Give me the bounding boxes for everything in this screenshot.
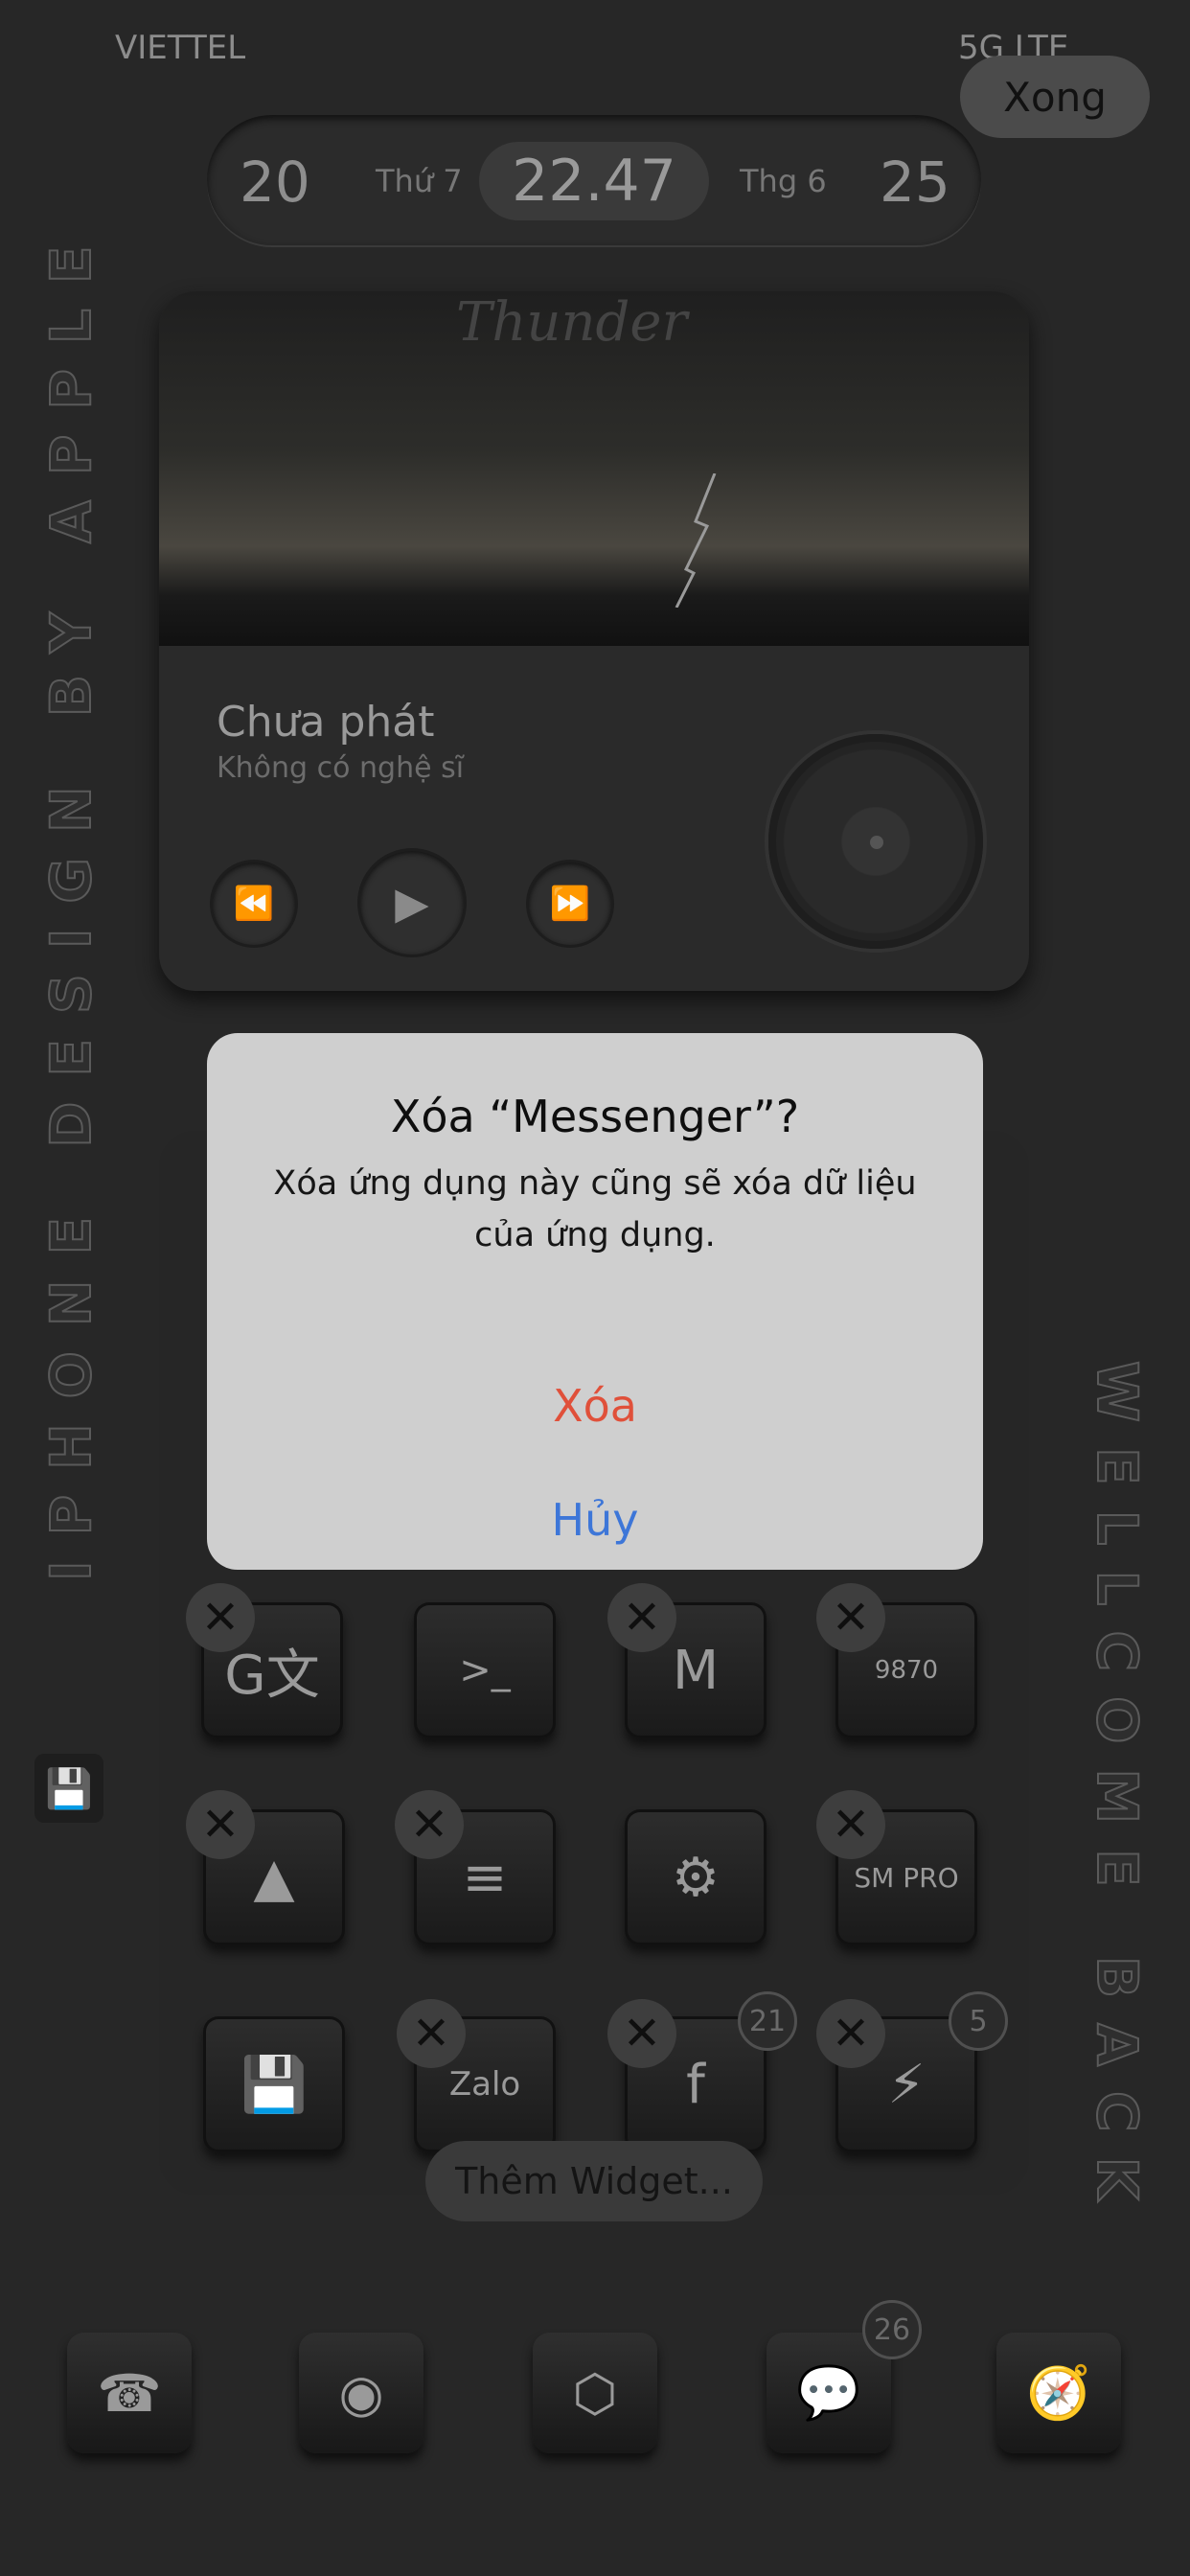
dialog-cancel-button[interactable]: Hủy <box>207 1472 983 1568</box>
lightning-image <box>675 473 717 608</box>
date-month: Thg 6 <box>740 163 827 199</box>
floppy-disk-icon: 💾 <box>34 1754 103 1823</box>
compass-icon: 🧭 <box>1026 2362 1091 2423</box>
thunder-logo: Thunder <box>456 291 688 354</box>
calculator-icon: 9870 <box>874 1656 939 1685</box>
close-icon: ✕ <box>409 1798 449 1852</box>
side-text-left: IPHONE DESIGN BY APPLE <box>37 220 104 1582</box>
messenger-badge: 5 <box>949 1991 1008 2051</box>
delete-app-calculator[interactable]: ✕ <box>816 1583 885 1652</box>
side-text-right: WELLCOME BACK <box>1084 1360 1151 2226</box>
delete-app-google-translate[interactable]: ✕ <box>186 1583 255 1652</box>
delete-app-facebook[interactable]: ✕ <box>607 1999 676 2068</box>
messages-badge: 26 <box>862 2300 922 2359</box>
fast-forward-icon: ⏩ <box>549 885 591 923</box>
close-icon: ✕ <box>831 2007 871 2060</box>
phone-icon: ☎ <box>97 2362 162 2424</box>
app-settings[interactable]: ⚙ <box>625 1809 767 1945</box>
close-icon: ✕ <box>831 1591 871 1644</box>
song-title: Chưa phát <box>217 698 435 747</box>
fast-forward-button[interactable]: ⏩ <box>529 862 611 945</box>
settings-gear-icon: ⚙ <box>671 1846 721 1909</box>
song-artist: Không có nghệ sĩ <box>217 751 465 785</box>
facebook-badge: 21 <box>738 1991 797 2051</box>
notes-icon: ≡ <box>462 1846 508 1909</box>
rewind-icon: ⏪ <box>233 885 275 923</box>
dialog-title: Xóa “Messenger”? <box>390 1091 800 1142</box>
date-day-left: 20 <box>240 150 310 215</box>
delete-app-zalo[interactable]: ✕ <box>397 1999 466 2068</box>
carrier-label: VIETTEL <box>115 29 246 67</box>
dock-camera[interactable]: ◉ <box>299 2333 423 2453</box>
done-button[interactable]: Xong <box>960 56 1150 138</box>
app-floppy[interactable]: 💾 <box>203 2016 345 2152</box>
delete-app-google-drive[interactable]: ✕ <box>186 1790 255 1859</box>
messages-icon: 💬 <box>796 2362 861 2423</box>
delete-app-notes[interactable]: ✕ <box>395 1790 464 1859</box>
date-weekday: Thứ 7 <box>376 163 463 199</box>
floppy-disk-icon: 💾 <box>240 2054 308 2116</box>
delete-app-dialog: Xóa “Messenger”? Xóa ứng dụng này cũng s… <box>207 1033 983 1570</box>
close-icon: ✕ <box>411 2007 451 2060</box>
app-terminal[interactable]: >_ <box>414 1602 556 1738</box>
delete-app-messenger[interactable]: ✕ <box>816 1999 885 2068</box>
messenger-icon: ⚡ <box>887 2053 926 2116</box>
close-icon: ✕ <box>200 1798 240 1852</box>
music-widget[interactable]: Thunder Chưa phát Không có nghệ sĩ ⏪ ▶ ⏩ <box>159 291 1029 991</box>
camera-icon: ◉ <box>338 2362 384 2424</box>
google-drive-icon: ▲ <box>253 1846 295 1909</box>
play-button[interactable]: ▶ <box>360 851 464 954</box>
dialog-delete-button[interactable]: Xóa <box>207 1353 983 1459</box>
dock-package[interactable]: ⬡ <box>533 2333 657 2453</box>
dock-compass[interactable]: 🧭 <box>996 2333 1121 2453</box>
zalo-icon: Zalo <box>448 2065 521 2104</box>
delete-app-sm-pro[interactable]: ✕ <box>816 1790 885 1859</box>
close-icon: ✕ <box>831 1798 871 1852</box>
close-icon: ✕ <box>622 1591 662 1644</box>
close-icon: ✕ <box>622 2007 662 2060</box>
delete-app-gmail[interactable]: ✕ <box>607 1583 676 1652</box>
facebook-icon: f <box>686 2053 705 2116</box>
play-icon: ▶ <box>395 877 429 929</box>
close-icon: ✕ <box>200 1591 240 1644</box>
sm-pro-icon: SM PRO <box>854 1861 959 1894</box>
gmail-icon: M <box>672 1639 720 1702</box>
add-widget-button[interactable]: Thêm Widget... <box>425 2141 763 2221</box>
dock-phone[interactable]: ☎ <box>67 2333 192 2453</box>
rewind-button[interactable]: ⏪ <box>213 862 295 945</box>
terminal-icon: >_ <box>459 1648 511 1692</box>
disc-center <box>870 836 883 849</box>
dialog-message: Xóa ứng dụng này cũng sẽ xóa dữ liệu của… <box>273 1164 917 1254</box>
clock-time: 22.47 <box>479 142 709 220</box>
package-icon: ⬡ <box>572 2362 618 2424</box>
date-day-right: 25 <box>880 150 950 215</box>
